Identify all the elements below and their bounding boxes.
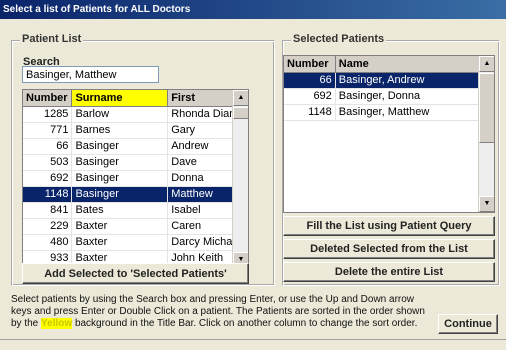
selected-number-cell: 1148	[284, 104, 336, 121]
patient-surname-cell: Barnes	[71, 122, 169, 139]
delete-selected-button[interactable]: Deleted Selected from the List	[283, 239, 495, 259]
patient-surname-cell: Bates	[71, 202, 169, 219]
selected-name-cell: Basinger, Donna	[335, 88, 494, 105]
patient-row[interactable]: 229 Baxter Caren	[23, 218, 248, 235]
add-selected-button[interactable]: Add Selected to 'Selected Patients'	[22, 263, 249, 284]
patient-number-cell: 1285	[23, 106, 73, 123]
patient-surname-cell: Baxter	[71, 234, 169, 251]
patient-row[interactable]: 1285 Barlow Rhonda Dianne	[23, 106, 248, 123]
selected-number-cell: 66	[284, 72, 336, 89]
patient-list-title: Patient List	[20, 33, 84, 45]
search-input[interactable]: Basinger, Matthew	[22, 66, 159, 83]
help-text: Select patients by using the Search box …	[11, 294, 431, 330]
column-header-number[interactable]: Number	[284, 56, 336, 73]
selected-name-cell: Basinger, Andrew	[335, 72, 494, 89]
patient-number-cell: 771	[23, 122, 73, 139]
patient-number-cell: 229	[23, 218, 73, 235]
patient-surname-cell: Basinger	[71, 138, 169, 155]
patient-surname-cell: Barlow	[71, 106, 169, 123]
patient-row[interactable]: 1148 Basinger Matthew	[23, 186, 248, 203]
delete-all-button[interactable]: Delete the entire List	[283, 262, 495, 282]
fill-list-button[interactable]: Fill the List using Patient Query	[283, 216, 495, 236]
selected-name-cell: Basinger, Matthew	[335, 104, 494, 121]
patient-number-cell: 66	[23, 138, 73, 155]
selected-number-cell: 692	[284, 88, 336, 105]
patient-row[interactable]: 692 Basinger Donna	[23, 170, 248, 187]
patient-row[interactable]: 480 Baxter Darcy Michael	[23, 234, 248, 251]
patient-number-cell: 692	[23, 170, 73, 187]
patient-row[interactable]: 771 Barnes Gary	[23, 122, 248, 139]
help-text-part2: background in the Title Bar. Click on an…	[74, 318, 418, 329]
selected-patient-row[interactable]: 1148 Basinger, Matthew	[284, 104, 494, 121]
continue-button[interactable]: Continue	[438, 314, 498, 334]
patient-number-cell: 503	[23, 154, 73, 171]
window-title: Select a list of Patients for ALL Doctor…	[0, 0, 506, 19]
selected-patient-row[interactable]: 692 Basinger, Donna	[284, 88, 494, 105]
patient-grid-scrollbar[interactable]: ▲ ▼	[232, 90, 248, 268]
patient-surname-cell: Basinger	[71, 186, 169, 203]
patient-number-cell: 1148	[23, 186, 73, 203]
arrow-up-icon[interactable]: ▲	[233, 90, 248, 106]
selected-patients-title: Selected Patients	[291, 33, 387, 45]
column-header-number[interactable]: Number	[23, 90, 73, 107]
patient-row[interactable]: 841 Bates Isabel	[23, 202, 248, 219]
scroll-thumb[interactable]	[479, 73, 494, 143]
patient-grid: Number Surname First 1285 Barlow Rhonda Di…	[22, 89, 249, 269]
selected-grid-scrollbar[interactable]: ▲ ▼	[478, 56, 494, 212]
arrow-up-icon[interactable]: ▲	[479, 56, 494, 72]
patient-surname-cell: Basinger	[71, 154, 169, 171]
scroll-thumb[interactable]	[233, 107, 248, 119]
status-bar	[0, 339, 506, 350]
patient-row[interactable]: 66 Basinger Andrew	[23, 138, 248, 155]
patient-number-cell: 841	[23, 202, 73, 219]
selected-patients-grid: Number Name 66 Basinger, Andrew 692 Basinge…	[283, 55, 495, 213]
column-header-surname[interactable]: Surname	[71, 90, 169, 107]
arrow-down-icon[interactable]: ▼	[479, 196, 494, 212]
column-header-name[interactable]: Name	[335, 56, 494, 73]
help-text-highlight: Yellow	[41, 318, 73, 329]
selected-patient-row[interactable]: 66 Basinger, Andrew	[284, 72, 494, 89]
patient-number-cell: 480	[23, 234, 73, 251]
patient-surname-cell: Basinger	[71, 170, 169, 187]
patient-row[interactable]: 503 Basinger Dave	[23, 154, 248, 171]
patient-surname-cell: Baxter	[71, 218, 169, 235]
